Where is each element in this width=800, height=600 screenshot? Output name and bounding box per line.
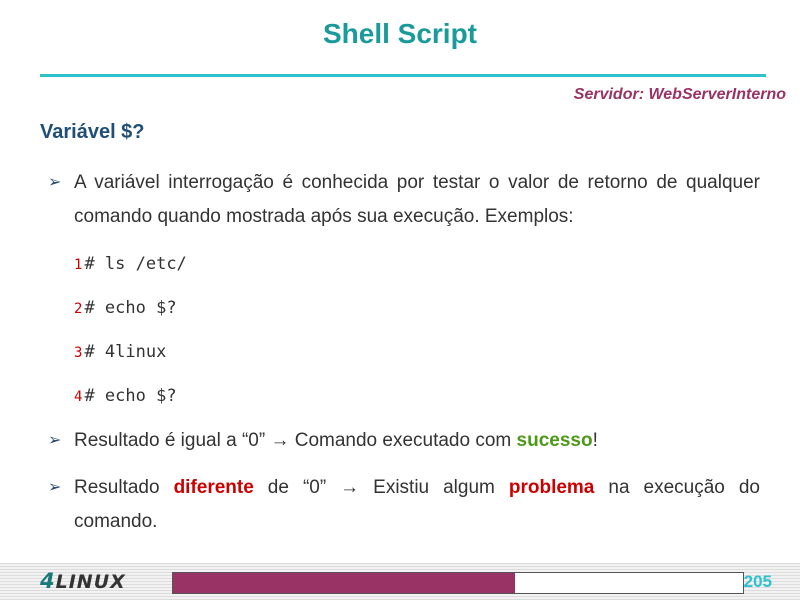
page-number: 205 [743, 572, 772, 591]
bullet-text: Resultado diferente de “0” → Existiu alg… [74, 471, 760, 539]
code-text: # echo $? [84, 386, 177, 406]
success-highlight: sucesso [516, 430, 593, 451]
bullet-text-suffix: ! [592, 430, 598, 451]
bullet-item-2: ➢ Resultado é igual a “0” → Comando exec… [48, 424, 760, 458]
bullet-text-middle: de “0” → Existiu algum [253, 477, 509, 498]
line-number: 3 [74, 345, 83, 361]
line-number: 2 [74, 301, 83, 317]
code-text: # 4linux [84, 342, 167, 362]
server-label: Servidor: WebServerInterno [573, 86, 786, 103]
code-text: # ls /etc/ [84, 254, 187, 274]
title-divider [40, 74, 766, 77]
bullet-arrow-icon: ➢ [48, 479, 62, 496]
bullet-arrow-icon: ➢ [48, 174, 62, 191]
bullet-item-1: ➢ A variável interrogação é conhecida po… [48, 166, 760, 234]
bullet-text: A variável interrogação é conhecida por … [74, 172, 760, 227]
footer-bar: 4LINUX 205 [0, 563, 800, 600]
4linux-logo: 4LINUX [40, 569, 126, 593]
code-line: 3 # 4linux [74, 342, 166, 362]
line-number: 4 [74, 389, 83, 405]
line-number: 1 [74, 257, 83, 273]
bullet-arrow-icon: ➢ [48, 432, 62, 449]
logo-number: 4 [40, 569, 56, 593]
bullet-text-prefix: Resultado [74, 477, 174, 498]
logo-text: LINUX [55, 571, 126, 593]
bullet-text: Resultado é igual a “0” → Comando execut… [74, 424, 760, 458]
problem-highlight: problema [508, 477, 595, 498]
bullet-item-3: ➢ Resultado diferente de “0” → Existiu a… [48, 471, 760, 539]
slide-title: Shell Script [322, 18, 478, 49]
different-highlight: diferente [173, 477, 254, 498]
section-heading: Variável $? [40, 121, 145, 143]
code-text: # echo $? [84, 298, 177, 318]
slide-progress-fill [173, 573, 515, 593]
bullet-text-prefix: Resultado é igual a “0” → Comando execut… [74, 430, 517, 451]
code-line: 4 # echo $? [74, 386, 177, 406]
code-line: 2 # echo $? [74, 298, 177, 318]
code-line: 1 # ls /etc/ [74, 254, 187, 274]
slide-progress-bar [172, 572, 744, 594]
